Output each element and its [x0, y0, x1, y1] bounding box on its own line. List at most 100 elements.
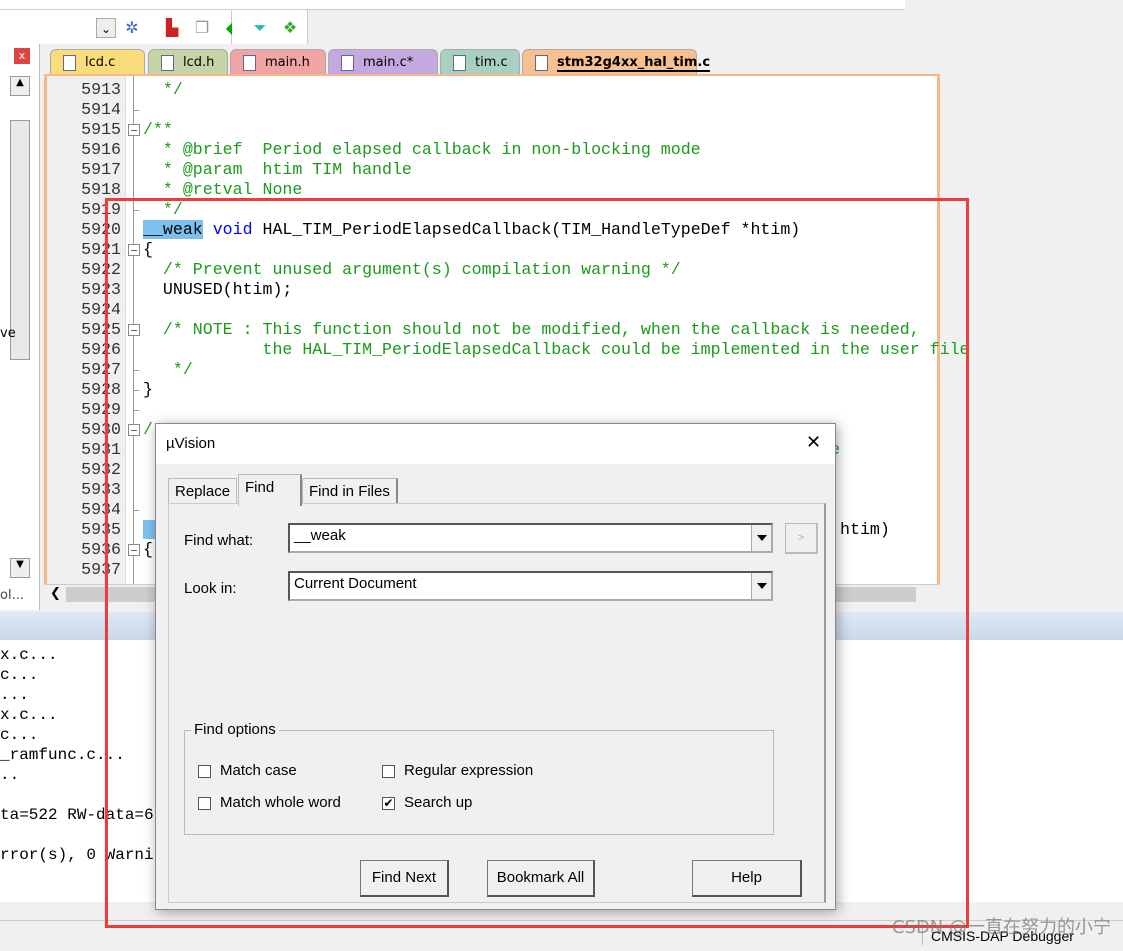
code-line[interactable]: 5921 { — [47, 240, 1047, 260]
code-text: UNUSED(htim); — [143, 280, 292, 300]
tab-lcd-h[interactable]: lcd.h — [148, 49, 228, 75]
filter-icon[interactable]: ⏷ — [250, 18, 270, 38]
code-line[interactable]: 5913 */ — [47, 80, 1047, 100]
pane-tab-templates[interactable]: ol... — [0, 588, 24, 603]
dialog-title: µVision — [166, 435, 216, 452]
code-text: */ — [143, 200, 183, 220]
tab-main-h[interactable]: main.h — [230, 49, 326, 75]
look-in-combobox[interactable]: Current Document — [288, 571, 773, 601]
line-number: 5933 — [81, 480, 121, 499]
code-line[interactable]: 5929 — [47, 400, 1047, 420]
scroll-up-button[interactable]: ▲ — [10, 76, 30, 96]
output-line: ta=522 RW-data=6 — [0, 806, 154, 824]
fold-end-marker — [134, 210, 139, 211]
find-what-combobox[interactable]: __weak — [288, 523, 773, 553]
find-dialog: µVision ✕ Replace Find Find in Files Fin… — [155, 423, 836, 910]
manage-run-time-icon[interactable]: ▙ — [162, 18, 182, 38]
match-whole-word-checkbox[interactable] — [198, 797, 211, 810]
tree-item-fragment[interactable]: ve — [0, 326, 16, 341]
match-case-label[interactable]: Match case — [220, 762, 297, 779]
code-line[interactable]: 5925 /* NOTE : This function should not … — [47, 320, 1047, 340]
tab-stm32g4xx-hal-tim-c[interactable]: stm32g4xx_hal_tim.c — [522, 49, 711, 75]
code-token-plain: UNUSED(htim); — [143, 280, 293, 299]
code-token-comment: */ — [143, 360, 193, 379]
code-line[interactable]: 5919 */ — [47, 200, 1047, 220]
tab-label: stm32g4xx_hal_tim.c — [557, 55, 711, 72]
copy-icon[interactable]: ❐ — [192, 18, 212, 38]
code-line[interactable]: 5914 — [47, 100, 1047, 120]
close-pane-button[interactable]: x — [14, 48, 30, 64]
tab-main-c-[interactable]: main.c* — [328, 49, 438, 75]
output-line: c... — [0, 726, 39, 744]
dropdown-icon[interactable]: ⌄ — [96, 18, 116, 38]
chevron-down-icon[interactable] — [751, 573, 771, 599]
code-text: __weak void HAL_TIM_PeriodElapsedCallbac… — [143, 220, 800, 240]
fold-collapse-icon[interactable] — [128, 244, 140, 256]
find-history-button[interactable]: > — [785, 523, 818, 554]
code-text: { — [143, 540, 153, 560]
find-what-value: __weak — [294, 527, 346, 544]
code-line[interactable]: 5918 * @retval None — [47, 180, 1047, 200]
code-token-comment: the HAL_TIM_PeriodElapsedCallback could … — [143, 340, 970, 359]
code-token-comment: */ — [143, 200, 183, 219]
tab-tim-c[interactable]: tim.c — [440, 49, 520, 75]
code-text: */ — [143, 80, 183, 100]
code-line[interactable]: 5928} — [47, 380, 1047, 400]
tab-replace[interactable]: Replace — [168, 478, 238, 506]
code-line[interactable]: 5922 /* Prevent unused argument(s) compi… — [47, 260, 1047, 280]
search-up-checkbox[interactable]: ✔ — [382, 797, 395, 810]
code-line[interactable]: 5924 — [47, 300, 1047, 320]
output-line: _ramfunc.c... — [0, 746, 125, 764]
code-token-comment: * @param htim TIM handle — [143, 160, 412, 179]
match-case-checkbox[interactable] — [198, 765, 211, 778]
code-line[interactable]: 5927 */ — [47, 360, 1047, 380]
tab-lcd-c[interactable]: lcd.c — [50, 49, 145, 75]
wizard-icon[interactable]: ✲ — [122, 18, 142, 38]
bookmark-all-button[interactable]: Bookmark All — [487, 860, 595, 897]
line-number: 5925 — [81, 320, 121, 339]
code-line[interactable]: 5926 the HAL_TIM_PeriodElapsedCallback c… — [47, 340, 1047, 360]
fold-collapse-icon[interactable] — [128, 424, 140, 436]
line-number: 5913 — [81, 80, 121, 99]
tab-find[interactable]: Find — [238, 474, 302, 506]
scroll-left-icon[interactable]: ❮ — [50, 586, 61, 601]
regular-expression-checkbox[interactable] — [382, 765, 395, 778]
fold-collapse-icon[interactable] — [128, 544, 140, 556]
build-toolbar: ⌄ ✲ ▙ ❐ ◆ — [0, 10, 238, 44]
dialog-title-bar: µVision ✕ — [156, 424, 835, 464]
fold-end-marker — [134, 510, 139, 511]
multi-project-icon[interactable]: ❖ — [280, 18, 300, 38]
code-token-kw: void — [202, 220, 253, 239]
code-line[interactable]: 5920 __weak void HAL_TIM_PeriodElapsedCal… — [47, 220, 1047, 240]
close-icon[interactable]: ✕ — [806, 432, 821, 453]
code-line[interactable]: 5915 /** — [47, 120, 1047, 140]
find-options-group: Find options Match case Match whole word… — [184, 721, 774, 835]
line-number: 5937 — [81, 560, 121, 579]
search-up-label[interactable]: Search up — [404, 794, 472, 811]
code-text: the HAL_TIM_PeriodElapsedCallback could … — [143, 340, 970, 360]
code-token-hl: __weak — [143, 220, 203, 239]
match-whole-word-label[interactable]: Match whole word — [220, 794, 341, 811]
line-number: 5924 — [81, 300, 121, 319]
watermark: CSDN @一直在努力的小宁 — [891, 917, 1111, 938]
help-button[interactable]: Help — [692, 860, 802, 897]
code-line[interactable]: 5916 * @brief Period elapsed callback in… — [47, 140, 1047, 160]
tab-find-in-files[interactable]: Find in Files — [302, 478, 398, 506]
code-line[interactable]: 5923 UNUSED(htim); — [47, 280, 1047, 300]
tab-label: main.h — [265, 55, 310, 70]
look-in-label: Look in: — [184, 580, 237, 597]
code-line[interactable]: 5917 * @param htim TIM handle — [47, 160, 1047, 180]
fold-collapse-icon[interactable] — [128, 124, 140, 136]
find-next-button[interactable]: Find Next — [360, 860, 449, 897]
line-number: 5923 — [81, 280, 121, 299]
document-icon — [243, 55, 256, 71]
code-text: /* Prevent unused argument(s) compilatio… — [143, 260, 681, 280]
chevron-down-icon[interactable] — [751, 525, 771, 551]
scroll-down-button[interactable]: ▼ — [10, 558, 30, 578]
scrollbar-thumb[interactable] — [10, 120, 30, 360]
code-token-comment: /* NOTE : This function should not be mo… — [143, 320, 920, 339]
fold-collapse-icon[interactable] — [128, 324, 140, 336]
code-text: / — [143, 420, 153, 440]
document-icon — [341, 55, 354, 71]
regular-expression-label[interactable]: Regular expression — [404, 762, 533, 779]
